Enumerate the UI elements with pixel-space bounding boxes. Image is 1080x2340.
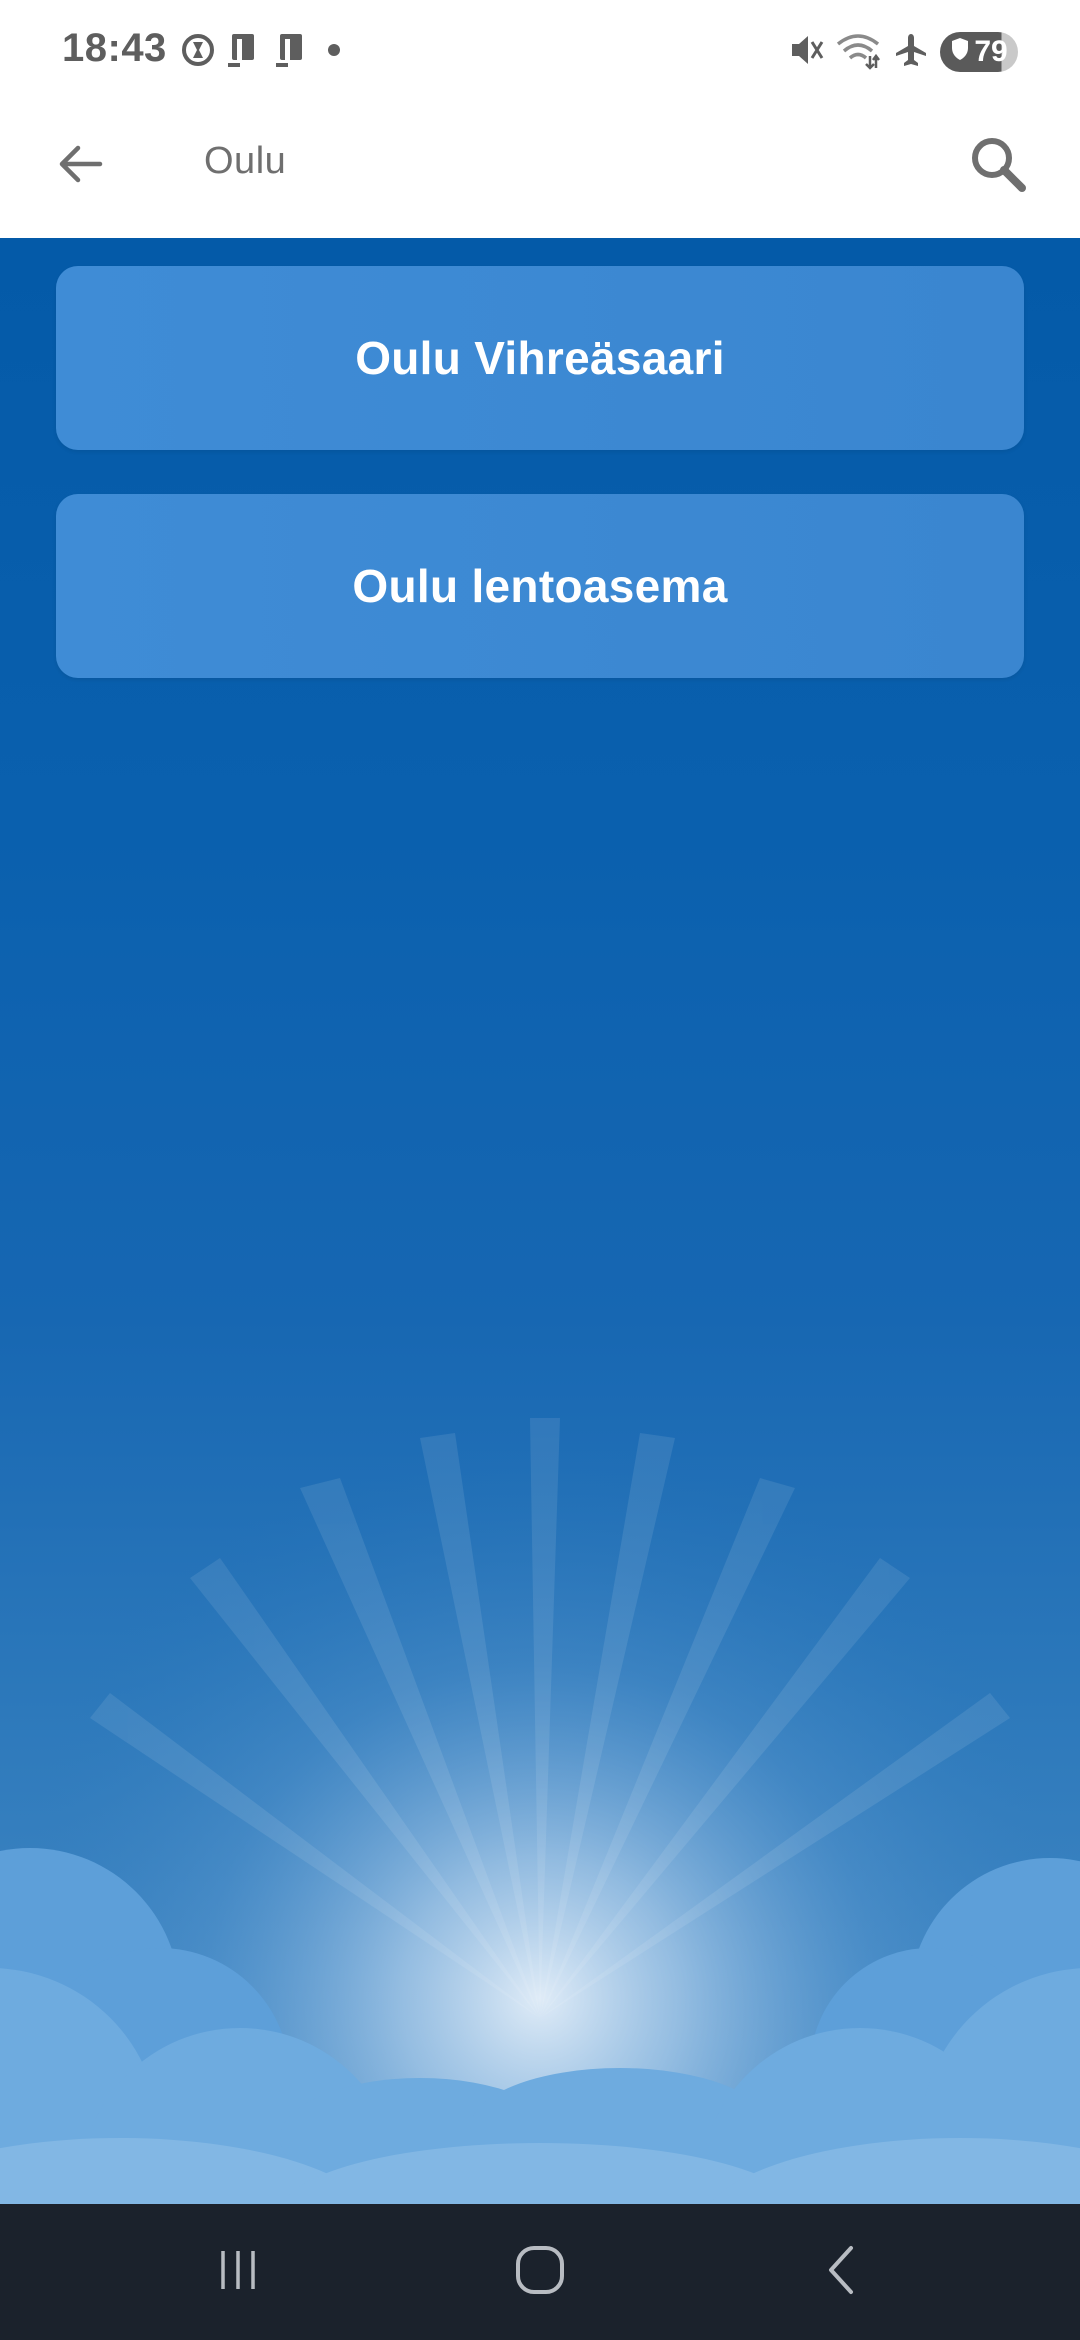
timer-icon xyxy=(180,32,216,73)
wifi-icon xyxy=(836,30,882,75)
app-bar: Oulu xyxy=(0,104,1080,238)
result-item-oulu-lentoasema[interactable]: Oulu lentoasema xyxy=(56,494,1024,678)
search-icon xyxy=(966,132,1030,201)
sim-card-icon xyxy=(274,31,312,74)
home-icon xyxy=(512,2242,568,2303)
recent-apps-button[interactable] xyxy=(188,2232,288,2312)
search-query-text[interactable]: Oulu xyxy=(204,140,286,183)
mute-icon xyxy=(786,30,826,75)
status-left-icons xyxy=(180,32,346,72)
result-label: Oulu Vihreäsaari xyxy=(355,332,725,384)
sim-card-icon xyxy=(226,31,264,74)
notification-dot-icon xyxy=(322,38,346,67)
result-list: Oulu Vihreäsaari Oulu lentoasema xyxy=(56,266,1024,722)
airplane-mode-icon xyxy=(892,31,930,74)
system-nav-bar xyxy=(0,2204,1080,2340)
arrow-left-icon xyxy=(54,138,106,195)
status-bar: 18:43 79 xyxy=(0,0,1080,104)
result-label: Oulu lentoasema xyxy=(352,560,728,612)
back-chevron-icon xyxy=(817,2242,867,2303)
status-right-icons: 79 xyxy=(786,30,1018,74)
home-button[interactable] xyxy=(490,2232,590,2312)
status-time: 18:43 xyxy=(62,26,167,70)
battery-indicator: 79 xyxy=(940,32,1018,72)
result-item-oulu-vihreasaari[interactable]: Oulu Vihreäsaari xyxy=(56,266,1024,450)
battery-shield-icon xyxy=(950,35,970,69)
back-button[interactable] xyxy=(44,130,116,202)
search-button[interactable] xyxy=(956,124,1040,208)
recent-apps-icon xyxy=(213,2245,263,2300)
battery-level: 79 xyxy=(974,35,1008,68)
nav-back-button[interactable] xyxy=(792,2232,892,2312)
results-screen: Oulu Vihreäsaari Oulu lentoasema xyxy=(0,238,1080,2204)
